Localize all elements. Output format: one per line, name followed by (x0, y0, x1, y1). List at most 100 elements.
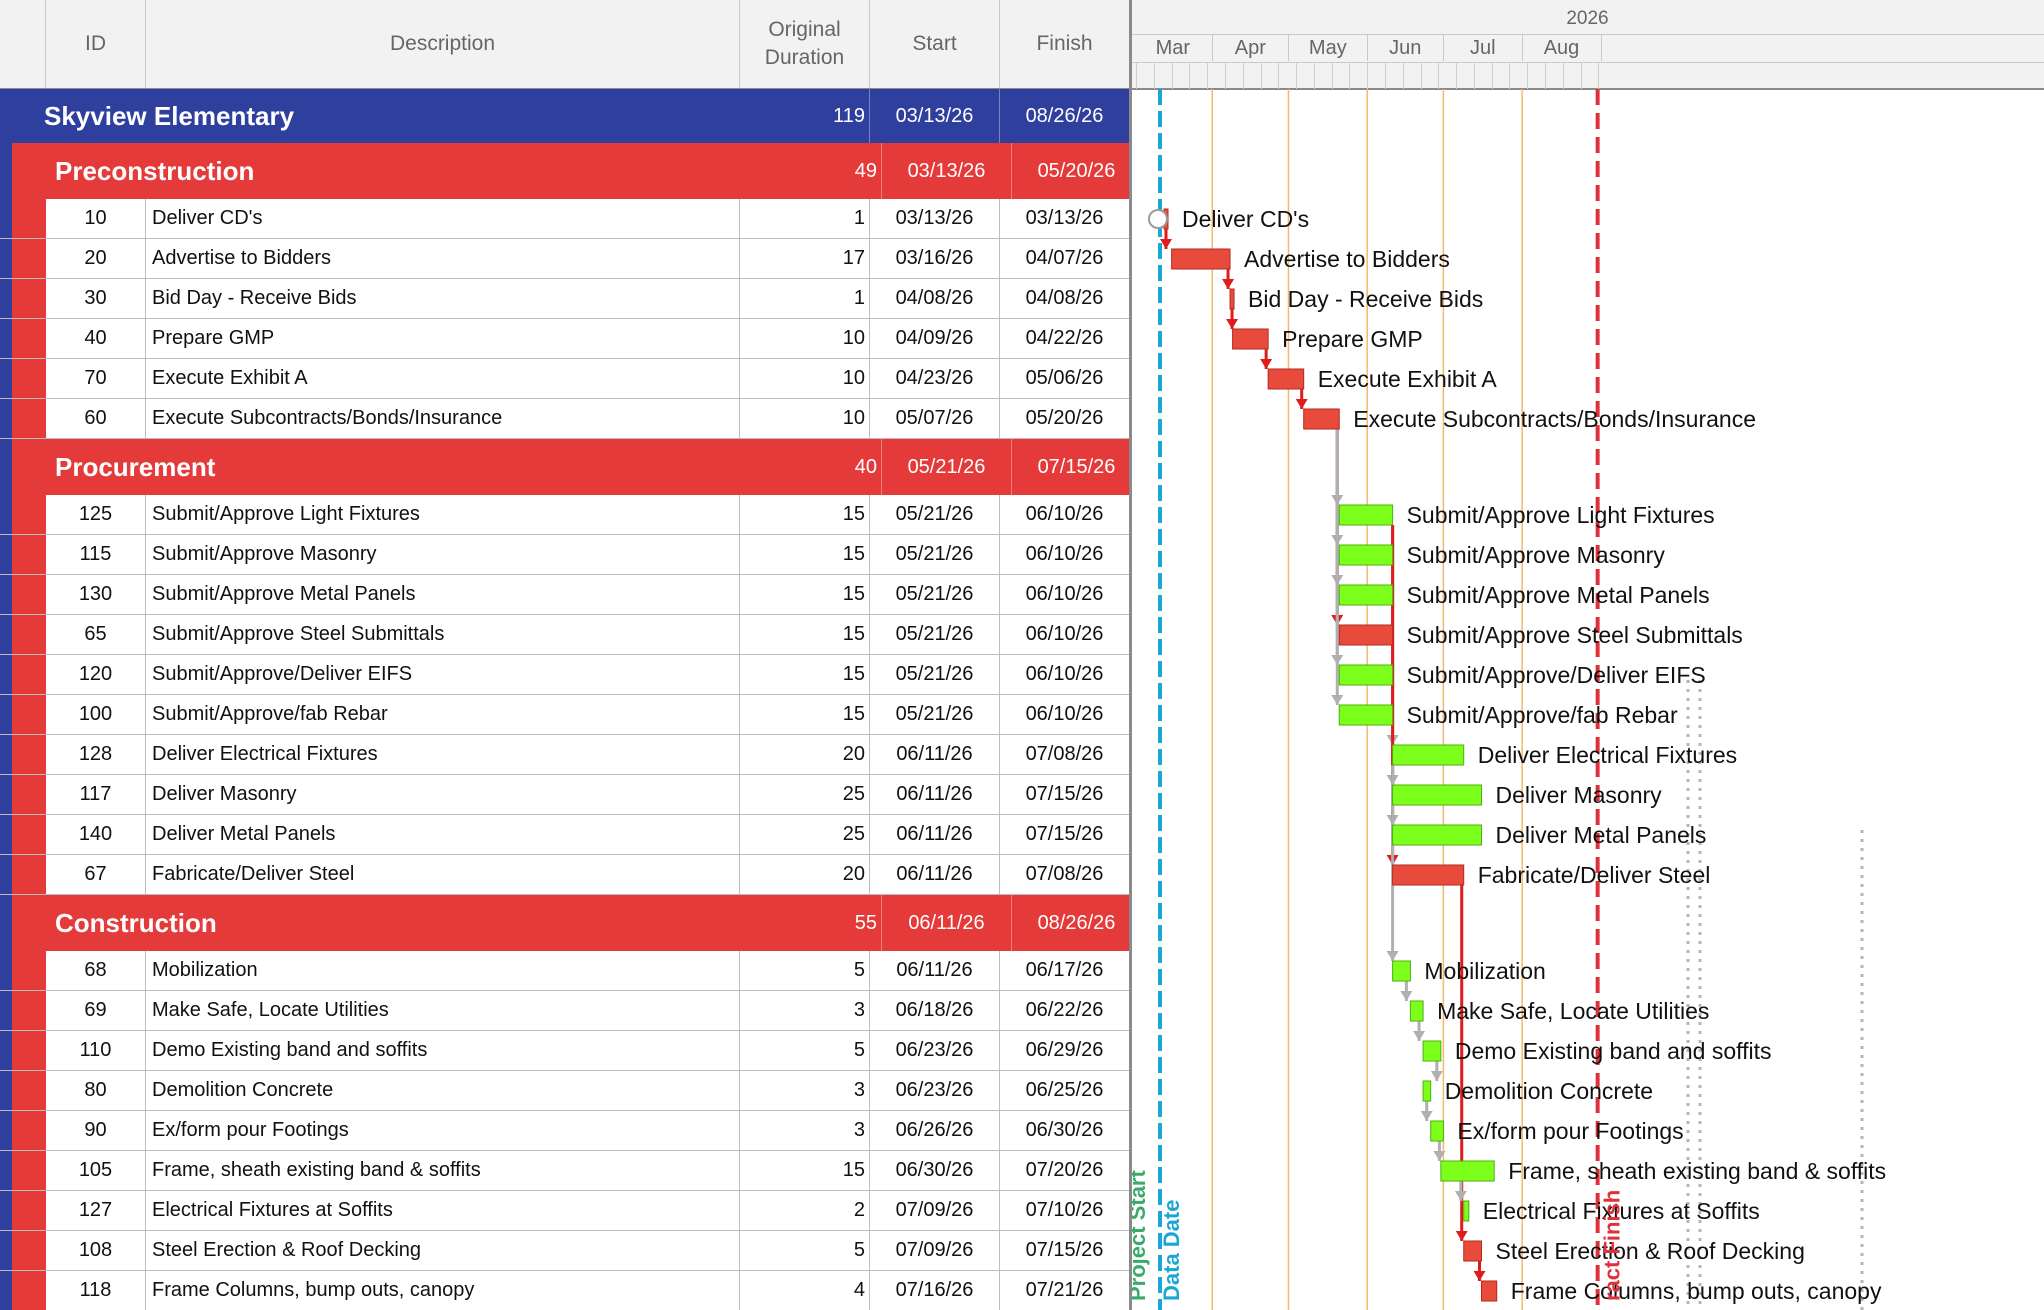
month-label: Apr (1234, 37, 1266, 59)
task-row[interactable]: 30 Bid Day - Receive Bids 1 04/08/26 04/08/2… (0, 279, 1131, 319)
week-tick (1545, 63, 1546, 89)
finish-column-header[interactable]: Finish (1000, 0, 1130, 88)
dependency-arrow (1295, 399, 1308, 409)
task-bar-label: Ex/form pour Footings (1457, 1118, 1683, 1144)
task-duration: 10 (740, 359, 870, 398)
task-row[interactable]: 108 Steel Erection & Roof Decking 5 07/09/2… (0, 1231, 1131, 1271)
task-row[interactable]: 128 Deliver Electrical Fixtures 20 06/11/26… (0, 735, 1131, 775)
description-column-header[interactable]: Description (146, 0, 740, 88)
task-description: Submit/Approve/fab Rebar (146, 695, 740, 734)
task-description: Fabricate/Deliver Steel (146, 855, 740, 894)
task-row[interactable]: 80 Demolition Concrete 3 06/23/26 06/25/26 (0, 1071, 1131, 1111)
task-row[interactable]: 100 Submit/Approve/fab Rebar 15 05/21/26 06/… (0, 695, 1131, 735)
task-id: 130 (46, 575, 146, 614)
task-row[interactable]: 127 Electrical Fixtures at Soffits 2 07/09/… (0, 1191, 1131, 1231)
row-phase-band (12, 1231, 46, 1270)
task-start: 04/08/26 (870, 279, 1000, 318)
task-row[interactable]: 68 Mobilization 5 06/11/26 06/17/26 (0, 951, 1131, 991)
task-id: 127 (46, 1191, 146, 1230)
task-row[interactable]: 90 Ex/form pour Footings 3 06/26/26 06/30/26 (0, 1111, 1131, 1151)
week-tick (1331, 63, 1333, 89)
task-row[interactable]: 125 Submit/Approve Light Fixtures 15 05/21/… (0, 495, 1131, 535)
task-description: Deliver Masonry (146, 775, 740, 814)
phase-start: 05/21/26 (882, 439, 1012, 495)
task-finish: 07/21/26 (1000, 1271, 1130, 1310)
task-row[interactable]: 60 Execute Subcontracts/Bonds/Insurance 10… (0, 399, 1131, 439)
dependency-arrow (1420, 1111, 1433, 1121)
task-row[interactable]: 110 Demo Existing band and soffits 5 06/23/… (0, 1031, 1131, 1071)
task-id: 80 (46, 1071, 146, 1110)
week-tick (1384, 63, 1386, 89)
dependency-arrow (1386, 951, 1399, 961)
row-phase-band (12, 1151, 46, 1190)
task-duration: 20 (740, 735, 870, 774)
task-id: 69 (46, 991, 146, 1030)
task-bar-label: Execute Exhibit A (1318, 366, 1498, 392)
task-start: 07/09/26 (870, 1191, 1000, 1230)
task-start: 06/11/26 (870, 855, 1000, 894)
duration-column-header[interactable]: Original Duration (740, 0, 870, 88)
id-column-header[interactable]: ID (46, 0, 146, 88)
task-id: 70 (46, 359, 146, 398)
task-start: 05/07/26 (870, 399, 1000, 438)
task-bar (1392, 864, 1465, 886)
row-indent-band (0, 1271, 12, 1310)
row-indent-band (0, 615, 12, 654)
start-column-header[interactable]: Start (870, 0, 1000, 88)
dependency-arrow (1400, 991, 1413, 1001)
task-description: Submit/Approve Masonry (146, 535, 740, 574)
task-row[interactable]: 70 Execute Exhibit A 10 04/23/26 05/06/26 (0, 359, 1131, 399)
task-row[interactable]: 140 Deliver Metal Panels 25 06/11/26 07/15/2… (0, 815, 1131, 855)
project-row[interactable]: Skyview Elementary 119 03/13/26 08/26/26 (0, 89, 1131, 143)
project-name: Skyview Elementary (44, 100, 295, 131)
task-row[interactable]: 69 Make Safe, Locate Utilities 3 06/18/26 06… (0, 991, 1131, 1031)
task-description: Electrical Fixtures at Soffits (146, 1191, 740, 1230)
task-id: 115 (46, 535, 146, 574)
task-row[interactable]: 130 Submit/Approve Metal Panels 15 05/21/26… (0, 575, 1131, 615)
phase-row[interactable]: Preconstruction 49 03/13/26 05/20/26 (0, 143, 1142, 199)
task-row[interactable]: 120 Submit/Approve/Deliver EIFS 15 05/21/26… (0, 655, 1131, 695)
task-description: Frame, sheath existing band & soffits (146, 1151, 740, 1190)
task-row[interactable]: 118 Frame Columns, bump outs, canopy 4 07/1… (0, 1271, 1131, 1310)
week-tick (1296, 63, 1298, 89)
task-bar-label: Submit/Approve/Deliver EIFS (1407, 662, 1706, 688)
row-phase-band (12, 775, 46, 814)
gantt-svg: Deliver CD's Advertise to Bidders Bid Day … (1131, 89, 1886, 1310)
week-tick (1278, 63, 1280, 89)
task-description: Execute Exhibit A (146, 359, 740, 398)
task-bar (1392, 824, 1483, 846)
task-bar (1338, 504, 1394, 526)
task-row[interactable]: 67 Fabricate/Deliver Steel 20 06/11/26 07/08… (0, 855, 1131, 895)
task-bar (1409, 1000, 1424, 1022)
phase-name: Construction (55, 907, 217, 938)
task-bar-label: Submit/Approve Masonry (1407, 542, 1666, 568)
row-indent-band (0, 1231, 12, 1270)
task-description: Ex/form pour Footings (146, 1111, 740, 1150)
task-row[interactable]: 10 Deliver CD's 1 03/13/26 03/13/26 (0, 199, 1131, 239)
task-row[interactable]: 115 Submit/Approve Masonry 15 05/21/26 06/10… (0, 535, 1131, 575)
row-indent-band (0, 775, 12, 814)
task-duration: 10 (740, 319, 870, 358)
task-id: 108 (46, 1231, 146, 1270)
task-row[interactable]: 20 Advertise to Bidders 17 03/16/26 04/07/26 (0, 239, 1131, 279)
task-description: Steel Erection & Roof Decking (146, 1231, 740, 1270)
task-row[interactable]: 40 Prepare GMP 10 04/09/26 04/22/26 (0, 319, 1131, 359)
week-tick (1527, 63, 1529, 89)
phase-row[interactable]: Procurement 40 05/21/26 07/15/26 (0, 439, 1142, 495)
task-start: 06/23/26 (870, 1071, 1000, 1110)
phase-row[interactable]: Construction 55 06/11/26 08/26/26 (0, 895, 1142, 951)
row-selector-header[interactable] (0, 0, 46, 88)
task-row[interactable]: 117 Deliver Masonry 25 06/11/26 07/15/26 (0, 775, 1131, 815)
task-bar-label: Submit/Approve Metal Panels (1407, 582, 1710, 608)
project-start: 03/13/26 (870, 89, 1000, 143)
task-id: 125 (46, 495, 146, 534)
task-row[interactable]: 105 Frame, sheath existing band & soffits… (0, 1151, 1131, 1191)
task-row[interactable]: 65 Submit/Approve Steel Submittals 15 05/21… (0, 615, 1131, 655)
month-label: May (1308, 37, 1347, 59)
task-bar (1303, 408, 1340, 430)
month-row: Mar Apr May Jun Jul Aug (1131, 34, 2044, 61)
task-finish: 06/10/26 (1000, 695, 1130, 734)
phase-duration: 49 (752, 143, 882, 199)
task-start: 05/21/26 (870, 695, 1000, 734)
pane-splitter[interactable] (1129, 0, 1132, 1310)
